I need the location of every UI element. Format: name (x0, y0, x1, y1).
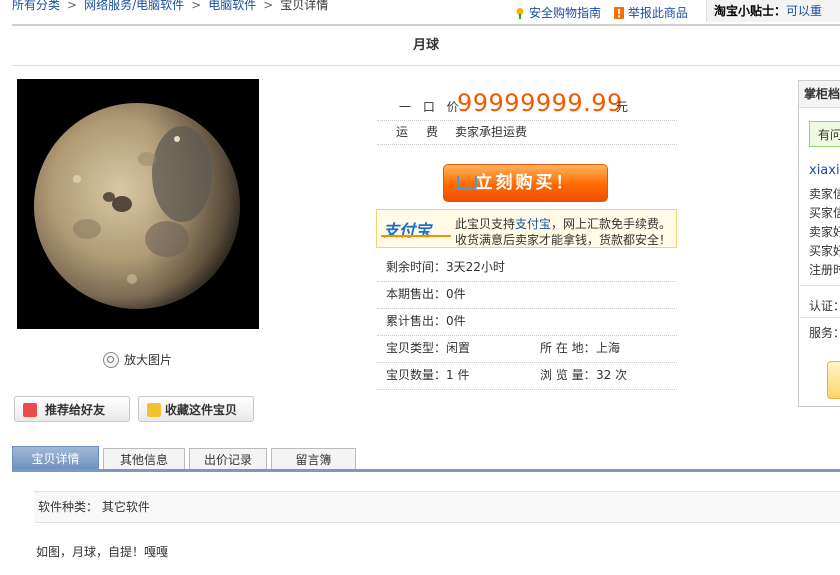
alipay-text: ，网上汇款免手续费。 (551, 217, 672, 231)
views-label: 浏 览 量： (540, 368, 596, 382)
seller-stat: 买家好 (809, 244, 840, 258)
quantity-views-row: 宝贝数量： 1 件 浏 览 量： 32 次 (377, 362, 677, 390)
breadcrumb: 所有分类 > 网络服务/电脑软件 > 电脑软件 > 宝贝详情 (12, 0, 328, 13)
alipay-text: 此宝贝支持 (455, 217, 516, 231)
category-value: 其它软件 (101, 500, 150, 514)
shipping-value: 卖家承担运费 (455, 125, 528, 139)
breadcrumb-link-all[interactable]: 所有分类 (12, 0, 60, 12)
remaining-time-label: 剩余时间： (386, 260, 447, 274)
shipping-row: 运费： 卖家承担运费 (377, 120, 677, 145)
tab-guestbook[interactable]: 留言簿 (271, 448, 356, 470)
breadcrumb-separator: > (67, 0, 78, 12)
shopping-guide-icon (516, 8, 524, 19)
breadcrumb-separator: > (263, 0, 274, 12)
period-sold-row: 本期售出： 0件 (377, 281, 677, 309)
item-type-value: 闲置 (446, 341, 471, 355)
price-unit: 元 (616, 100, 629, 114)
zoom-image-link[interactable]: 放大图片 (103, 351, 172, 368)
item-photo[interactable] (17, 79, 259, 329)
tip-link[interactable]: 可以重 (786, 4, 822, 18)
divider (12, 24, 840, 26)
alipay-logo: 支付宝 (381, 217, 451, 241)
divider (799, 285, 840, 286)
total-sold-label: 累计售出： (386, 314, 447, 328)
seller-stat: 注册时 (809, 263, 840, 277)
alipay-line-2: 收货满意后卖家才能拿钱，货款都安全！ (455, 233, 672, 247)
alipay-line-1: 此宝贝支持支付宝，网上汇款免手续费。 (455, 215, 671, 232)
period-sold-label: 本期售出： (386, 287, 447, 301)
tip-label: 淘宝小贴士： (714, 4, 787, 18)
moon-image (17, 79, 259, 329)
period-sold-value: 0件 (446, 287, 466, 301)
recommend-button[interactable]: 推荐给好友 (14, 396, 130, 422)
price-value: 99999999.99 (457, 89, 623, 117)
seller-stat: 卖家信 (809, 187, 840, 201)
quantity-value: 1 件 (446, 368, 470, 382)
remaining-time-row: 剩余时间： 3天22小时 (377, 254, 677, 282)
seller-stat: 卖家好 (809, 225, 840, 239)
category-label: 软件种类： (38, 500, 99, 514)
total-sold-row: 累计售出： 0件 (377, 308, 677, 336)
cart-icon (457, 176, 477, 190)
seller-panel-header: 掌柜档 (799, 81, 840, 108)
alipay-notice: 支付宝 此宝贝支持支付宝，网上汇款免手续费。 收货满意后卖家才能拿钱，货款都安全… (376, 209, 677, 248)
report-icon (613, 7, 624, 19)
report-item-link[interactable]: 举报此商品 (628, 6, 688, 20)
location-value: 上海 (596, 341, 621, 355)
seller-stat: 买家信 (809, 206, 840, 220)
alipay-link[interactable]: 支付宝 (515, 217, 551, 231)
views-value: 32 次 (596, 368, 628, 382)
price-row: 一 口 价： 99999999.99 元 (377, 88, 677, 121)
location-label: 所 在 地： (540, 341, 596, 355)
quantity-label: 宝贝数量： (386, 368, 447, 382)
breadcrumb-current: 宝贝详情 (280, 0, 329, 12)
magnifier-icon (103, 352, 119, 368)
breadcrumb-link-network[interactable]: 网络服务/电脑软件 (84, 0, 184, 12)
zoom-label: 放大图片 (124, 353, 173, 367)
tab-other-info[interactable]: 其他信息 (103, 448, 185, 470)
top-links: 安全购物指南 举报此商品 (514, 4, 688, 21)
buy-now-label: 立刻购买！ (475, 173, 576, 193)
item-title: 月球 (412, 38, 439, 53)
type-location-row: 宝贝类型： 闲置 所 在 地： 上海 (377, 335, 677, 363)
favorite-label: 收藏这件宝贝 (165, 403, 238, 417)
tab-item-details[interactable]: 宝贝详情 (12, 446, 99, 470)
buy-now-button[interactable]: 立刻购买！ (443, 164, 608, 202)
enter-shop-button[interactable] (827, 361, 840, 399)
seller-cert: 认证： (809, 299, 840, 313)
seller-name-link[interactable]: xiaxia (809, 163, 840, 178)
breadcrumb-separator: > (191, 0, 202, 12)
taobao-tip: 淘宝小贴士：可以重 (706, 0, 840, 22)
remaining-time-value: 3天22小时 (446, 260, 505, 274)
item-description: 如图，月球，自提！嘎嘎 (36, 545, 169, 559)
favorite-icon (147, 403, 161, 417)
total-sold-value: 0件 (446, 314, 466, 328)
safe-shopping-guide-link[interactable]: 安全购物指南 (529, 6, 601, 20)
seller-service: 服务： (809, 326, 840, 340)
divider (12, 65, 840, 66)
ask-seller-button[interactable]: 有问 (809, 121, 840, 147)
breadcrumb-link-software[interactable]: 电脑软件 (208, 0, 256, 12)
divider (799, 317, 840, 318)
recommend-label: 推荐给好友 (45, 403, 106, 417)
item-type-label: 宝贝类型： (386, 341, 447, 355)
tab-underline (12, 469, 840, 472)
gift-icon (23, 403, 37, 417)
favorite-button[interactable]: 收藏这件宝贝 (138, 396, 254, 422)
seller-panel: 掌柜档 有问 xiaxia 卖家信 买家信 卖家好 买家好 注册时 认证： 服务… (798, 80, 840, 407)
tab-bid-history[interactable]: 出价记录 (189, 448, 267, 470)
software-category-row: 软件种类： 其它软件 (34, 491, 840, 523)
